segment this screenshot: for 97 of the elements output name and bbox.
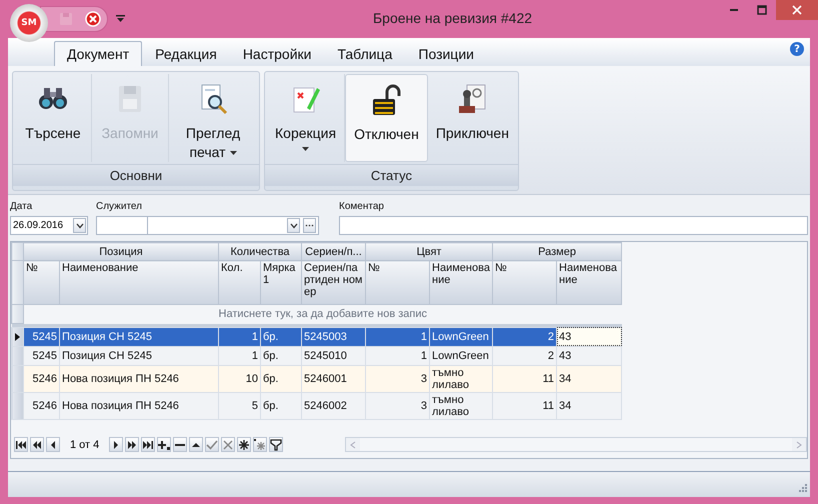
filter-icon[interactable] xyxy=(269,437,284,452)
dropdown-button[interactable] xyxy=(73,218,86,233)
field-label: Дата xyxy=(10,201,34,214)
table-cell: 5 xyxy=(218,392,260,419)
previous-page-icon[interactable] xyxy=(30,437,44,452)
table-cell: 5245 xyxy=(24,327,60,346)
table-cell: 5246001 xyxy=(302,365,366,392)
column-header[interactable]: Сериен/партиден номер xyxy=(302,260,366,304)
help-button[interactable]: ? xyxy=(790,42,804,56)
checkmark-icon[interactable] xyxy=(205,437,220,452)
asterisk-icon[interactable] xyxy=(237,437,252,452)
customize-caret-icon[interactable] xyxy=(116,15,125,23)
table-cell: 2 xyxy=(492,327,557,346)
date-field[interactable]: 26.09.2016 xyxy=(10,216,88,235)
table-cell: 34 xyxy=(556,392,622,419)
new-row-prompt[interactable]: Натиснете тук, за да добавите нов запис xyxy=(24,304,622,323)
table-cell: Нова позиция ПН 5246 xyxy=(60,365,218,392)
column-band-header[interactable]: Сериен/п... xyxy=(302,242,366,260)
dropdown-button[interactable] xyxy=(287,218,300,233)
close-icon[interactable] xyxy=(85,11,101,27)
column-header[interactable]: Наименование xyxy=(60,260,218,304)
table-cell: бр. xyxy=(260,365,302,392)
table-cell: 1 xyxy=(218,327,260,346)
column-header[interactable]: Наименование xyxy=(556,260,622,304)
column-band-header[interactable]: Размер xyxy=(492,242,622,260)
ribbon-button[interactable]: Приключен xyxy=(428,74,516,162)
column-header[interactable]: № xyxy=(24,260,60,304)
ribbon-button[interactable]: Преглед печат xyxy=(169,74,257,162)
table-cell: 34 xyxy=(556,365,622,392)
table-cell: бр. xyxy=(260,327,302,346)
table-cell: 43 xyxy=(556,327,622,346)
table-cell: 2 xyxy=(492,346,557,365)
table-cell: 1 xyxy=(218,346,260,365)
field-label: Служител xyxy=(96,201,143,214)
insert-icon[interactable] xyxy=(157,437,172,452)
table-cell: 5246 xyxy=(24,392,60,419)
table-cell: 10 xyxy=(218,365,260,392)
ribbon-tab[interactable]: Настройки xyxy=(230,41,324,66)
page-indicator: 1 от 4 xyxy=(69,438,100,450)
next-page-icon[interactable] xyxy=(125,437,140,452)
table-cell: бр. xyxy=(260,346,302,365)
employee-field[interactable] xyxy=(148,216,319,235)
table-cell: LownGreen xyxy=(430,346,493,365)
table-cell: Позиция СН 5245 xyxy=(60,327,218,346)
table-cell: бр. xyxy=(260,392,302,419)
ribbon-tab[interactable]: Документ xyxy=(54,41,142,66)
ribbon-tab[interactable]: Редакция xyxy=(142,41,230,66)
column-header[interactable]: № xyxy=(366,260,430,304)
window-title: Броене на ревизия #422 xyxy=(372,10,534,26)
table-cell: 5245010 xyxy=(302,346,366,365)
minimize-icon xyxy=(730,9,738,11)
table-cell: 3 xyxy=(366,392,430,419)
ellipsis-icon xyxy=(305,224,314,227)
comment-field[interactable] xyxy=(339,216,808,235)
table-cell: 5246002 xyxy=(302,392,366,419)
close-button[interactable] xyxy=(776,0,818,20)
table-cell: Позиция СН 5245 xyxy=(60,346,218,365)
field-label: Коментар xyxy=(339,201,385,214)
ribbon-tab[interactable]: Позиции xyxy=(405,41,487,66)
ribbon-group-label: Статус xyxy=(265,164,518,186)
close-icon xyxy=(792,5,802,15)
employee-code-field[interactable] xyxy=(96,216,148,235)
table-cell: 5246 xyxy=(24,365,60,392)
table-cell: 43 xyxy=(556,346,622,365)
first-record-icon[interactable] xyxy=(14,437,28,452)
table-cell: 1 xyxy=(366,346,430,365)
row-pointer-icon xyxy=(15,332,20,340)
app-logo[interactable]: SM xyxy=(10,4,48,42)
next-record-icon[interactable] xyxy=(109,437,124,452)
resize-grip-icon[interactable] xyxy=(797,484,807,494)
table-cell: LownGreen xyxy=(430,327,493,346)
table-cell: 5245003 xyxy=(302,327,366,346)
maximize-icon xyxy=(757,5,767,15)
column-header[interactable]: Кол. xyxy=(218,260,260,304)
column-band-header[interactable]: Позиция xyxy=(24,242,218,260)
table-cell: 3 xyxy=(366,365,430,392)
table-cell: тъмно лилаво xyxy=(430,392,493,419)
column-band-header[interactable]: Количества xyxy=(218,242,302,260)
table-cell: 11 xyxy=(492,365,557,392)
chevron-down-icon xyxy=(76,222,84,228)
row-selector[interactable] xyxy=(12,327,24,346)
table-cell: Нова позиция ПН 5246 xyxy=(60,392,218,419)
chevron-down-icon xyxy=(290,222,298,228)
table-cell: 11 xyxy=(492,392,557,419)
column-header[interactable]: № xyxy=(492,260,557,304)
table-cell: 1 xyxy=(366,327,430,346)
column-header[interactable]: Мярка 1 xyxy=(260,260,302,304)
ribbon-group-label: Основни xyxy=(13,164,259,186)
previous-record-icon[interactable] xyxy=(46,437,60,452)
table-cell: 5245 xyxy=(24,346,60,365)
ribbon-button[interactable]: Търсене xyxy=(15,74,92,162)
column-band-header[interactable]: Цвят xyxy=(366,242,493,260)
ribbon-tab[interactable]: Таблица xyxy=(324,41,406,66)
column-header[interactable]: Наименование xyxy=(430,260,493,304)
last-record-icon[interactable] xyxy=(141,437,156,452)
delete-icon[interactable] xyxy=(173,437,188,452)
ribbon-button[interactable]: Отключен xyxy=(345,74,428,162)
